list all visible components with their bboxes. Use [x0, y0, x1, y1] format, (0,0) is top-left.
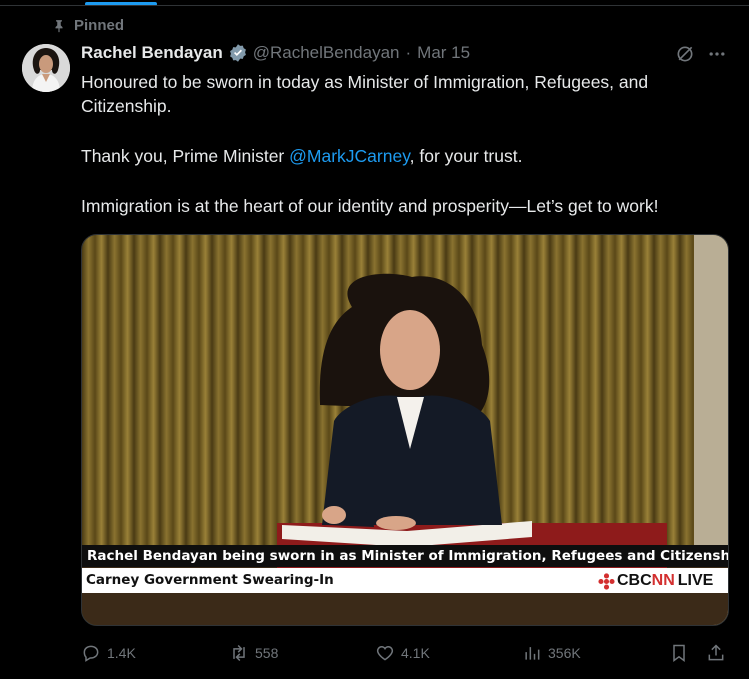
- grok-icon[interactable]: [675, 44, 695, 64]
- tweet-header: Rachel Bendayan @RachelBendayan · Mar 15: [81, 43, 470, 63]
- repost-count: 558: [255, 645, 279, 661]
- views-count: 356K: [548, 645, 581, 661]
- action-bar: 1.4K 558 4.1K 356K: [0, 643, 749, 669]
- logo-cbc: CBC: [617, 572, 652, 589]
- thanks-suffix: , for your trust.: [409, 146, 523, 166]
- repost-button[interactable]: 558: [229, 643, 278, 663]
- pinned-text: Pinned: [74, 17, 125, 34]
- like-count: 4.1K: [401, 645, 430, 661]
- cbc-gem-icon: [598, 572, 615, 590]
- tweet-text: Honoured to be sworn in today as Ministe…: [81, 70, 731, 218]
- tweet-media[interactable]: Rachel Bendayan being sworn in as Minist…: [81, 234, 729, 626]
- author-handle[interactable]: @RachelBendayan: [253, 43, 400, 63]
- logo-nn: NN: [651, 572, 675, 589]
- thanks-prefix: Thank you, Prime Minister: [81, 146, 290, 166]
- divider: [0, 5, 749, 6]
- reply-button[interactable]: 1.4K: [81, 643, 136, 663]
- like-button[interactable]: 4.1K: [375, 643, 430, 663]
- share-button[interactable]: [706, 643, 726, 663]
- pin-icon: [55, 19, 63, 32]
- views-button[interactable]: 356K: [522, 643, 581, 663]
- bookmark-button[interactable]: [669, 643, 689, 663]
- tweet-date[interactable]: Mar 15: [417, 43, 470, 63]
- more-icon[interactable]: [706, 44, 728, 64]
- program-bar: Carney Government Swearing-In CBC NN LIVE: [82, 568, 728, 593]
- share-icon: [708, 644, 724, 661]
- bookmark-icon: [673, 644, 685, 662]
- caption-bottom: Carney Government Swearing-In: [86, 572, 334, 588]
- cbc-news-live-logo: CBC NN LIVE: [598, 572, 713, 590]
- author-name[interactable]: Rachel Bendayan: [81, 43, 223, 63]
- avatar[interactable]: [22, 44, 70, 92]
- tweet-line-3: Immigration is at the heart of our ident…: [81, 196, 659, 216]
- repost-icon: [233, 644, 245, 662]
- verified-badge-icon[interactable]: [228, 43, 248, 63]
- pinned-label: Pinned: [52, 17, 124, 34]
- mention-link[interactable]: @MarkJCarney: [289, 146, 410, 166]
- caption-top: Rachel Bendayan being sworn in as Minist…: [87, 548, 729, 564]
- separator-dot: ·: [405, 43, 412, 62]
- like-icon: [376, 645, 394, 661]
- tweet-line-1: Honoured to be sworn in today as Ministe…: [81, 72, 649, 116]
- caption-bar: Rachel Bendayan being sworn in as Minist…: [82, 545, 729, 567]
- reply-icon: [83, 645, 99, 662]
- logo-live: LIVE: [677, 572, 714, 589]
- tweet-line-2: Thank you, Prime Minister @MarkJCarney, …: [81, 144, 731, 168]
- reply-count: 1.4K: [107, 645, 136, 661]
- views-icon: [525, 647, 540, 660]
